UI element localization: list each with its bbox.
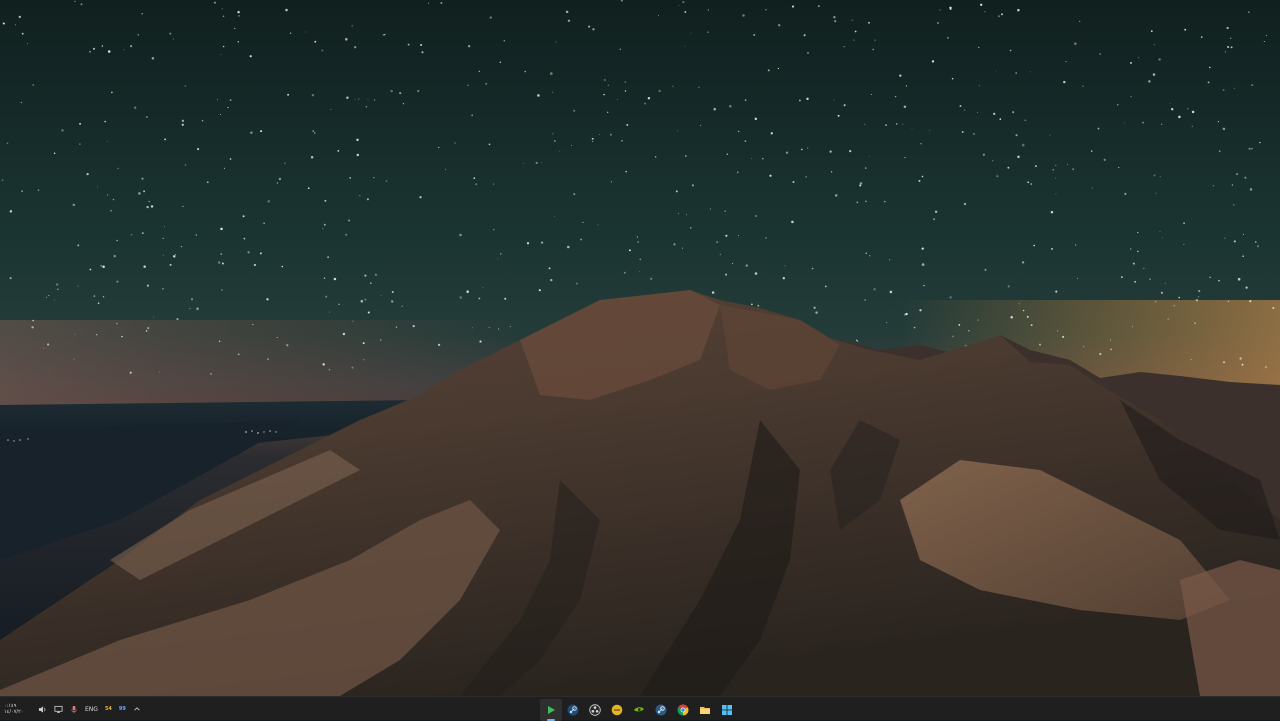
yellow-app-icon[interactable] bbox=[606, 699, 628, 721]
tray-badge-two[interactable]: 99 bbox=[119, 697, 126, 721]
steam-icon-2[interactable] bbox=[650, 699, 672, 721]
microphone-icon[interactable] bbox=[70, 697, 78, 721]
windows-app-icon[interactable] bbox=[716, 699, 738, 721]
tray-badge-one[interactable]: 54 bbox=[105, 697, 112, 721]
chrome-icon[interactable] bbox=[672, 699, 694, 721]
system-tray: ٠:١٤٩ ١٤/٠٧/٢٠ ENG 54 99 bbox=[4, 697, 148, 721]
taskbar-apps bbox=[540, 697, 738, 721]
steam-icon[interactable] bbox=[562, 699, 584, 721]
taskbar: ٠:١٤٩ ١٤/٠٧/٢٠ ENG 54 99 bbox=[0, 696, 1280, 721]
chevron-up-icon[interactable] bbox=[133, 697, 141, 721]
desktop[interactable] bbox=[0, 0, 1280, 696]
clock-date: ١٤/٠٧/٢٠ bbox=[4, 709, 24, 715]
nvidia-icon[interactable] bbox=[628, 699, 650, 721]
desktop-wallpaper bbox=[0, 0, 1280, 696]
volume-icon[interactable] bbox=[38, 697, 47, 721]
network-icon[interactable] bbox=[54, 697, 63, 721]
media-player-icon[interactable] bbox=[540, 698, 562, 721]
clock[interactable]: ٠:١٤٩ ١٤/٠٧/٢٠ bbox=[4, 703, 30, 715]
file-explorer-icon[interactable] bbox=[694, 699, 716, 721]
language-indicator[interactable]: ENG bbox=[85, 697, 98, 721]
obs-icon[interactable] bbox=[584, 699, 606, 721]
